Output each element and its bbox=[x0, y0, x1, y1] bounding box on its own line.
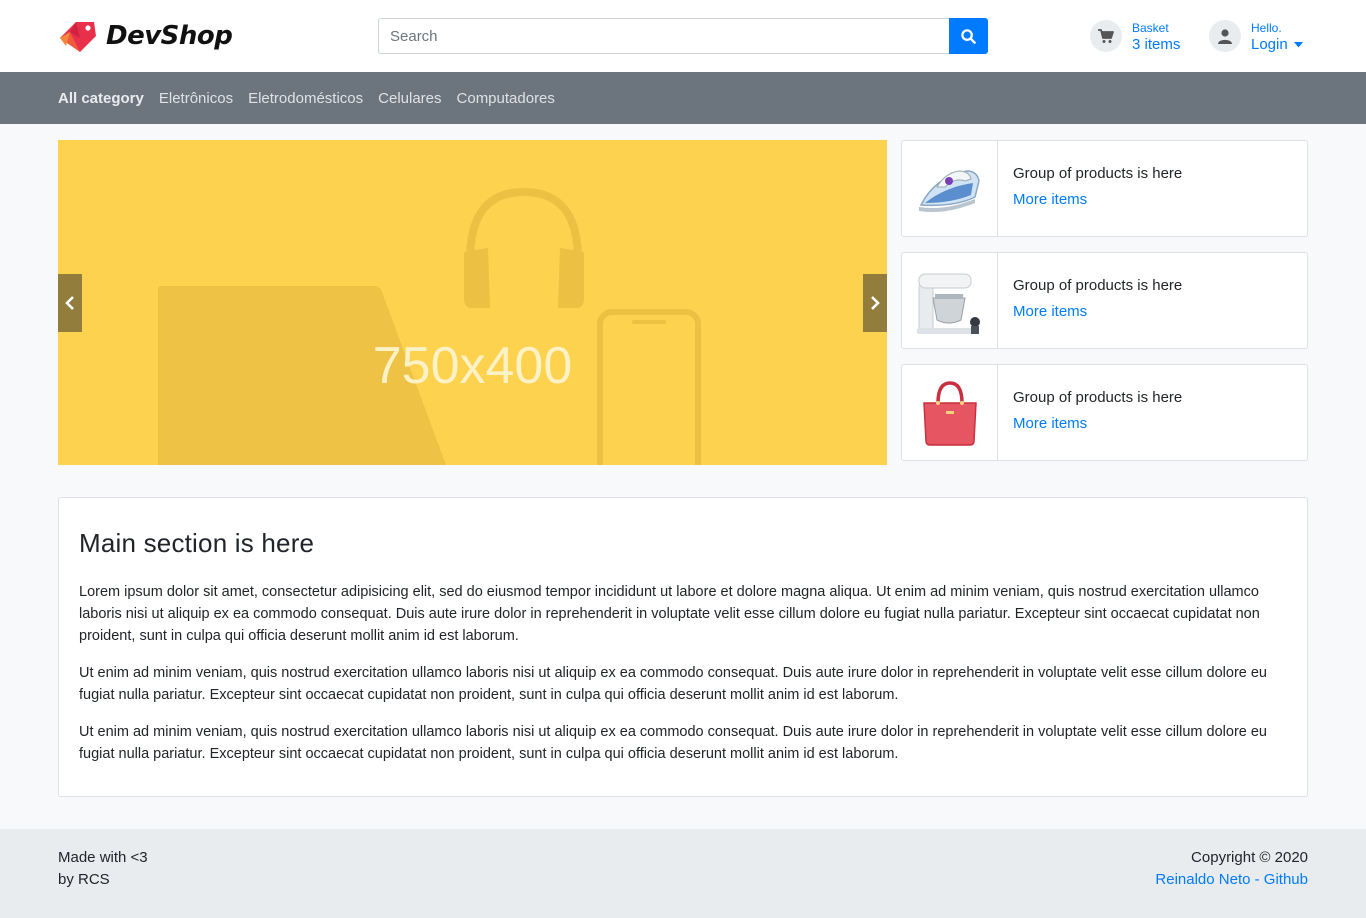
made-with-text: Made with <3 bbox=[58, 849, 148, 866]
iron-icon bbox=[902, 141, 998, 236]
footer-copyright: Copyright © 2020 Reinaldo Neto - Github bbox=[1155, 847, 1308, 891]
basket-count[interactable]: 3 items bbox=[1132, 37, 1180, 52]
card-body: Group of products is here More items bbox=[998, 253, 1182, 348]
login-link[interactable]: Login bbox=[1251, 37, 1303, 52]
account-widget[interactable]: Hello. Login bbox=[1209, 20, 1303, 52]
author-text: by RCS bbox=[58, 871, 110, 888]
category-eletrodomesticos[interactable]: Eletrodomésticos bbox=[248, 90, 363, 107]
card-body: Group of products is here More items bbox=[998, 365, 1182, 460]
search-icon bbox=[961, 28, 976, 44]
github-link[interactable]: Reinaldo Neto - Github bbox=[1155, 871, 1308, 888]
basket-label: Basket bbox=[1132, 21, 1169, 35]
product-group-card: Group of products is here More items bbox=[901, 252, 1308, 349]
placeholder-illustration bbox=[158, 187, 701, 465]
cart-icon bbox=[1090, 20, 1122, 52]
site-footer: Made with <3 by RCS Copyright © 2020 Rei… bbox=[0, 829, 1366, 918]
card-title: Group of products is here bbox=[1013, 277, 1183, 294]
basket-text: Basket 3 items bbox=[1132, 20, 1180, 52]
footer-credits: Made with <3 by RCS bbox=[58, 847, 148, 891]
product-group-card: Group of products is here More items bbox=[901, 364, 1308, 461]
logo-tag-icon bbox=[60, 22, 96, 52]
account-text: Hello. Login bbox=[1251, 20, 1303, 52]
main-paragraph: Ut enim ad minim veniam, quis nostrud ex… bbox=[79, 724, 1267, 762]
chevron-left-icon bbox=[65, 296, 74, 310]
search-input[interactable] bbox=[378, 18, 949, 54]
slide-placeholder-label: 750x400 bbox=[372, 337, 573, 395]
caret-down-icon bbox=[1293, 42, 1303, 48]
handbag-icon bbox=[902, 365, 998, 460]
chevron-right-icon bbox=[871, 296, 880, 310]
hero-carousel: 750x400 bbox=[58, 140, 887, 465]
brand-name: DevShop bbox=[106, 21, 233, 51]
more-items-link[interactable]: More items bbox=[1013, 191, 1182, 208]
carousel-next-button[interactable] bbox=[863, 274, 887, 332]
category-computadores[interactable]: Computadores bbox=[457, 90, 555, 107]
card-title: Group of products is here bbox=[1013, 165, 1183, 182]
login-label: Login bbox=[1251, 36, 1288, 53]
category-all[interactable]: All category bbox=[58, 90, 144, 107]
copyright-text: Copyright © 2020 bbox=[1191, 849, 1308, 866]
main-paragraph: Lorem ipsum dolor sit amet, consectetur … bbox=[79, 584, 1260, 644]
basket-widget[interactable]: Basket 3 items bbox=[1090, 20, 1180, 52]
product-group-card: Group of products is here More items bbox=[901, 140, 1308, 237]
more-items-link[interactable]: More items bbox=[1013, 415, 1182, 432]
main-paragraph: Ut enim ad minim veniam, quis nostrud ex… bbox=[79, 665, 1267, 703]
brand-logo[interactable]: DevShop bbox=[58, 18, 233, 54]
category-eletronicos[interactable]: Eletrônicos bbox=[159, 90, 233, 107]
account-greeting: Hello. bbox=[1251, 21, 1282, 35]
mixer-icon bbox=[902, 253, 998, 348]
category-celulares[interactable]: Celulares bbox=[378, 90, 441, 107]
category-nav: All category Eletrônicos Eletrodoméstico… bbox=[0, 72, 1366, 124]
main-section: Main section is here Lorem ipsum dolor s… bbox=[58, 497, 1308, 797]
site-header: DevShop Basket 3 items bbox=[0, 0, 1366, 72]
more-items-link[interactable]: More items bbox=[1013, 303, 1182, 320]
user-icon bbox=[1209, 20, 1241, 52]
search-button[interactable] bbox=[949, 18, 988, 54]
carousel-prev-button[interactable] bbox=[58, 274, 82, 332]
card-title: Group of products is here bbox=[1013, 389, 1183, 406]
search-bar bbox=[378, 18, 988, 54]
card-body: Group of products is here More items bbox=[998, 141, 1182, 236]
main-heading: Main section is here bbox=[79, 528, 315, 558]
